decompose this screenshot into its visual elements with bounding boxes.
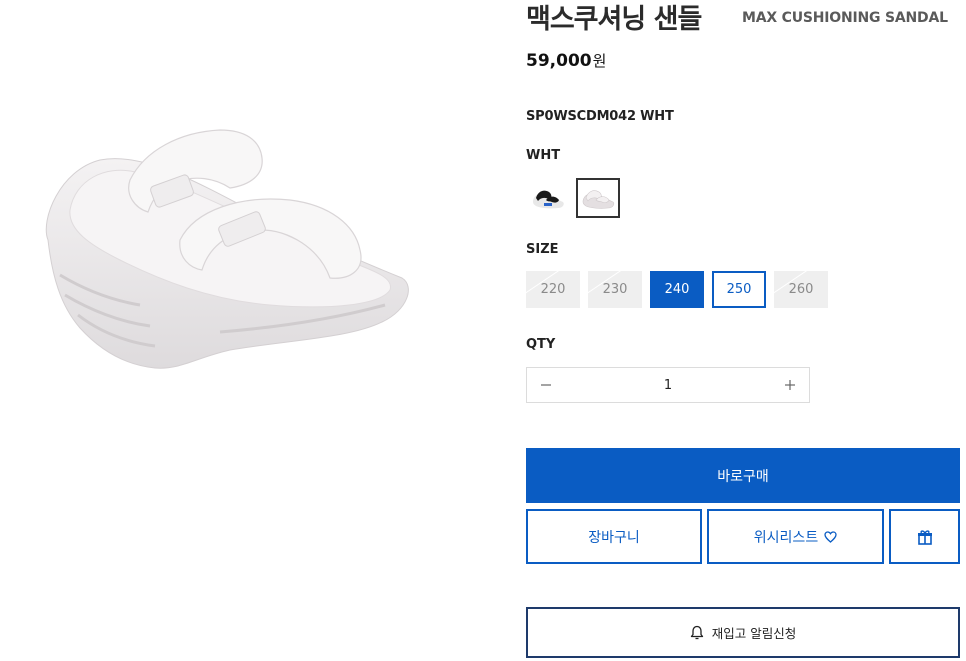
buy-now-label: 바로구매 bbox=[717, 468, 769, 485]
bell-icon bbox=[690, 625, 703, 640]
wishlist-button[interactable]: 위시리스트 bbox=[707, 509, 884, 564]
size-220[interactable]: 220 bbox=[526, 271, 580, 308]
size-250[interactable]: 250 bbox=[712, 271, 766, 308]
color-label: WHT bbox=[526, 148, 561, 163]
price-value: 59,000 bbox=[526, 51, 592, 71]
product-title-row: 맥스쿠셔닝 샌들 MAX CUSHIONING SANDAL bbox=[526, 0, 966, 40]
size-label: SIZE bbox=[526, 242, 559, 257]
cart-label: 장바구니 bbox=[588, 529, 640, 546]
product-image bbox=[30, 100, 420, 390]
buy-now-button[interactable]: 바로구매 bbox=[526, 448, 960, 503]
quantity-stepper: 1 bbox=[526, 367, 810, 403]
size-240[interactable]: 240 bbox=[650, 271, 704, 308]
cart-button[interactable]: 장바구니 bbox=[526, 509, 702, 564]
qty-decrease-button[interactable] bbox=[527, 368, 565, 402]
black-sandal-thumb bbox=[533, 190, 564, 209]
gift-button[interactable] bbox=[889, 509, 960, 564]
secondary-actions: 장바구니 위시리스트 bbox=[526, 509, 960, 564]
product-price: 59,000원 bbox=[526, 50, 606, 71]
product-title: 맥스쿠셔닝 샌들 bbox=[526, 4, 702, 35]
swatch-black[interactable] bbox=[526, 178, 570, 218]
price-currency: 원 bbox=[592, 52, 607, 70]
restock-alert-label: 재입고 알림신청 bbox=[711, 626, 797, 641]
heart-icon bbox=[824, 530, 837, 543]
size-230[interactable]: 230 bbox=[588, 271, 642, 308]
qty-increase-button[interactable] bbox=[771, 368, 809, 402]
qty-value[interactable]: 1 bbox=[664, 378, 672, 393]
product-page: 맥스쿠셔닝 샌들 MAX CUSHIONING SANDAL 59,000원 S… bbox=[0, 0, 966, 661]
gift-icon bbox=[917, 529, 932, 545]
minus-icon bbox=[541, 384, 551, 386]
wishlist-label: 위시리스트 bbox=[753, 529, 819, 546]
swatch-white[interactable] bbox=[576, 178, 620, 218]
qty-label: QTY bbox=[526, 337, 556, 352]
plus-icon bbox=[785, 380, 795, 390]
size-260[interactable]: 260 bbox=[774, 271, 828, 308]
product-title-en: MAX CUSHIONING SANDAL bbox=[742, 10, 948, 26]
size-options: 220 230 240 250 260 bbox=[526, 271, 828, 308]
restock-alert-button[interactable]: 재입고 알림신청 bbox=[526, 607, 960, 658]
color-swatches bbox=[526, 178, 620, 218]
product-sku: SP0WSCDM042 WHT bbox=[526, 109, 674, 124]
sandal-image bbox=[45, 129, 409, 369]
white-sandal-thumb bbox=[582, 190, 615, 209]
